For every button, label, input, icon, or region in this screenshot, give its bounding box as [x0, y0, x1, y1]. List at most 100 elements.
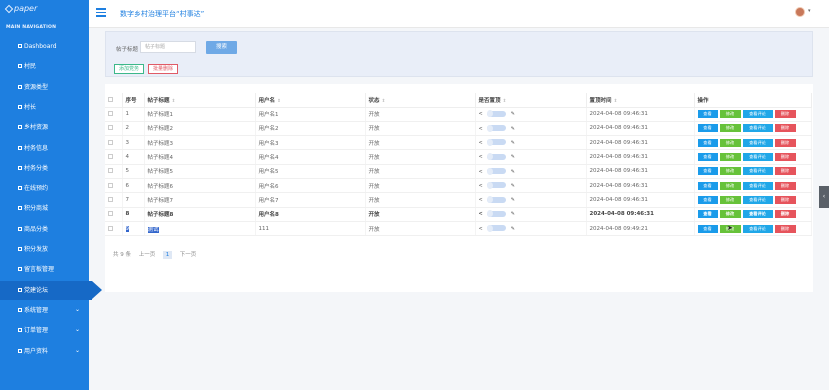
view-button[interactable]: 查看: [697, 110, 718, 119]
view-comments-button[interactable]: 查看评论: [742, 138, 773, 147]
sidebar-item[interactable]: 乡村资源: [0, 118, 89, 137]
share-icon[interactable]: <: [479, 169, 483, 175]
table-row[interactable]: 9 测试 111 开放 < ✎ 2024-04-08 09:49:21 查看 修改 查看评论 删除: [105, 221, 812, 237]
delete-button[interactable]: 删除: [774, 167, 796, 176]
current-page[interactable]: 1: [163, 251, 173, 259]
edit-button[interactable]: 修改: [719, 195, 741, 204]
chevron-down-icon[interactable]: ⌄: [75, 320, 80, 339]
table-row[interactable]: 6 帖子标题6 用户名6 开放 < ✎ 2024-04-08 09:46:31 查看 修改 查看评…: [105, 178, 812, 194]
col-header-pinned[interactable]: 是否置顶 ⇕: [475, 93, 587, 108]
table-row[interactable]: 1 帖子标题1 用户名1 开放 < ✎ 2024-04-08 09:46:31 查看 修改 查看评…: [105, 107, 812, 122]
sort-icon[interactable]: ⇕: [382, 99, 386, 104]
view-button[interactable]: 查看: [697, 124, 718, 133]
row-checkbox[interactable]: [105, 221, 123, 237]
table-row[interactable]: 3 帖子标题3 用户名3 开放 < ✎ 2024-04-08 09:46:31 查看 修改 查看评…: [105, 135, 812, 151]
sidebar-item[interactable]: 订单管理 ⌄: [0, 321, 89, 340]
view-comments-button[interactable]: 查看评论: [742, 153, 773, 162]
row-checkbox[interactable]: [105, 121, 123, 137]
col-header-user[interactable]: 用户名 ⇕: [255, 93, 366, 108]
view-comments-button[interactable]: 查看评论: [742, 167, 773, 176]
title-search-input[interactable]: 帖子标题: [140, 41, 196, 53]
share-icon[interactable]: <: [479, 183, 483, 189]
chevron-down-icon[interactable]: ⌄: [75, 341, 80, 360]
delete-button[interactable]: 删除: [774, 181, 796, 190]
share-icon[interactable]: <: [479, 126, 483, 132]
search-button[interactable]: 搜索: [206, 41, 237, 54]
chevron-down-icon[interactable]: ⌄: [75, 300, 80, 319]
row-checkbox[interactable]: [105, 164, 123, 179]
pin-toggle[interactable]: [486, 210, 506, 218]
sort-icon[interactable]: ⇕: [277, 99, 281, 104]
share-icon[interactable]: <: [479, 111, 483, 117]
sort-icon[interactable]: ⇕: [503, 99, 507, 104]
side-panel-toggle[interactable]: ‹: [819, 186, 829, 208]
sidebar-item[interactable]: 在线预约: [0, 179, 89, 198]
share-icon[interactable]: <: [479, 140, 483, 146]
delete-button[interactable]: 删除: [774, 110, 796, 119]
pencil-icon[interactable]: ✎: [511, 183, 515, 189]
edit-button[interactable]: 修改: [719, 210, 741, 219]
prev-page-button[interactable]: 上一页: [139, 252, 156, 258]
share-icon[interactable]: <: [479, 226, 483, 232]
sidebar-item[interactable]: 村务信息: [0, 139, 89, 158]
sidebar-item[interactable]: 商品分类: [0, 220, 89, 239]
col-header-time[interactable]: 置顶时间 ⇕: [586, 93, 695, 108]
view-comments-button[interactable]: 查看评论: [742, 124, 773, 133]
sidebar-item[interactable]: 积分发放: [0, 240, 89, 259]
pin-toggle[interactable]: [486, 138, 506, 146]
pin-toggle[interactable]: [486, 196, 506, 204]
delete-button[interactable]: 删除: [774, 124, 796, 133]
select-all-checkbox[interactable]: [105, 93, 123, 108]
edit-button[interactable]: 修改: [719, 124, 741, 133]
sidebar-item[interactable]: 党建论坛: [0, 280, 102, 300]
pencil-icon[interactable]: ✎: [511, 226, 515, 232]
pin-toggle[interactable]: [486, 110, 506, 118]
sidebar-item[interactable]: 用户资料 ⌄: [0, 342, 89, 361]
pencil-icon[interactable]: ✎: [511, 211, 515, 217]
row-checkbox[interactable]: [105, 178, 123, 194]
table-row[interactable]: 4 帖子标题4 用户名4 开放 < ✎ 2024-04-08 09:46:31 查看 修改 查看评…: [105, 149, 812, 165]
view-button[interactable]: 查看: [697, 167, 718, 176]
view-button[interactable]: 查看: [697, 181, 718, 190]
batch-delete-button[interactable]: 批量删除: [148, 64, 178, 74]
delete-button[interactable]: 删除: [774, 138, 796, 147]
view-comments-button[interactable]: 查看评论: [742, 110, 773, 119]
row-checkbox[interactable]: [105, 207, 123, 222]
add-button[interactable]: 添加党务: [114, 64, 144, 74]
sidebar-item[interactable]: 村民: [0, 57, 89, 76]
next-page-button[interactable]: 下一页: [180, 252, 197, 258]
pencil-icon[interactable]: ✎: [511, 154, 515, 160]
view-comments-button[interactable]: 查看评论: [742, 224, 773, 233]
col-header-title[interactable]: 帖子标题 ⇕: [144, 93, 256, 108]
sidebar-item[interactable]: Dashboard: [0, 37, 89, 56]
view-comments-button[interactable]: 查看评论: [742, 181, 773, 190]
sort-icon[interactable]: ⇕: [172, 99, 176, 104]
delete-button[interactable]: 删除: [774, 195, 796, 204]
table-row[interactable]: 2 帖子标题2 用户名2 开放 < ✎ 2024-04-08 09:46:31 查看 修改 查看评…: [105, 121, 812, 137]
avatar[interactable]: [795, 7, 805, 17]
share-icon[interactable]: <: [479, 211, 483, 217]
sort-icon[interactable]: ⇕: [614, 99, 618, 104]
edit-button[interactable]: 修改: [719, 110, 741, 119]
pencil-icon[interactable]: ✎: [511, 140, 515, 146]
view-button[interactable]: 查看: [697, 153, 718, 162]
caret-down-icon[interactable]: ▾: [808, 8, 811, 14]
pin-toggle[interactable]: [486, 124, 506, 132]
table-row[interactable]: 7 帖子标题7 用户名7 开放 < ✎ 2024-04-08 09:46:31 查看 修改 查看评…: [105, 192, 812, 208]
pin-toggle[interactable]: [486, 153, 506, 161]
table-row[interactable]: 5 帖子标题5 用户名5 开放 < ✎ 2024-04-08 09:46:31 查看 修改 查看评…: [105, 164, 812, 179]
sidebar-item[interactable]: 村务分类: [0, 159, 89, 178]
hamburger-menu-icon[interactable]: [96, 8, 106, 17]
view-button[interactable]: 查看: [697, 224, 718, 233]
pencil-icon[interactable]: ✎: [511, 126, 515, 132]
pin-toggle[interactable]: [486, 181, 506, 189]
row-checkbox[interactable]: [105, 149, 123, 165]
view-comments-button[interactable]: 查看评论: [742, 195, 773, 204]
pencil-icon[interactable]: ✎: [511, 111, 515, 117]
view-button[interactable]: 查看: [697, 138, 718, 147]
share-icon[interactable]: <: [479, 197, 483, 203]
sidebar-item[interactable]: 系统管理 ⌄: [0, 301, 89, 320]
row-checkbox[interactable]: [105, 107, 123, 122]
sidebar-item[interactable]: 村长: [0, 98, 89, 117]
app-logo[interactable]: paper: [4, 4, 37, 13]
